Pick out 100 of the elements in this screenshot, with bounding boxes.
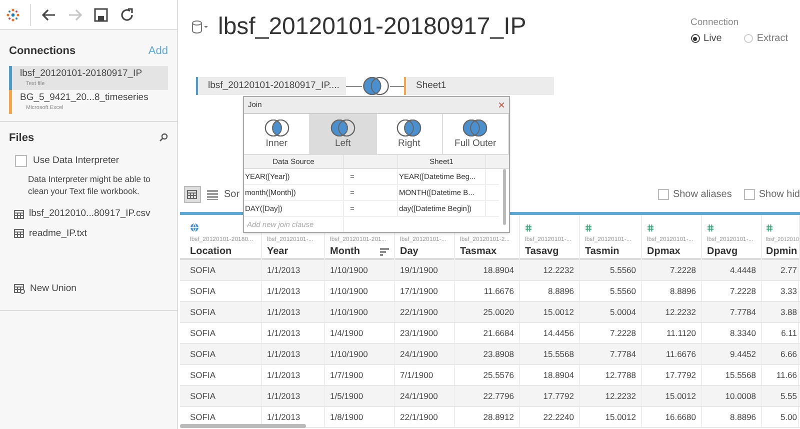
table-cell: 7.2228	[642, 260, 702, 280]
table-cell: 5.0004	[580, 302, 642, 322]
table-cell: 24/1/1900	[395, 386, 455, 406]
table-cell: 15.5568	[520, 344, 580, 364]
table-cell: 17.7792	[642, 365, 702, 385]
hash-icon	[525, 224, 532, 232]
checkbox-option[interactable]: Show aliases	[658, 187, 732, 202]
hint-text: Data Interpreter might be able to clean your Text file workbook.	[27, 173, 152, 198]
file-item[interactable]: lbsf_2012010...80917_IP.csv	[14, 207, 177, 222]
venn-icon	[462, 118, 488, 136]
table-cell: 22.2240	[520, 407, 580, 427]
globe-icon	[190, 223, 199, 232]
new-union-item[interactable]: New Union	[0, 282, 177, 296]
data-source-title: lbsf_20120101-20180917_IP	[218, 13, 526, 41]
table-cell: 1/10/1900	[325, 260, 395, 280]
column-heading[interactable]: Tasmin	[585, 245, 636, 258]
table-cell: 1/8/1900	[325, 407, 395, 427]
refresh-icon[interactable]	[119, 6, 135, 22]
table-cell: 8.3340	[702, 323, 762, 343]
checkbox[interactable]	[15, 155, 27, 168]
radio-option[interactable]: Live	[690, 31, 722, 46]
table-cell: 11.1120	[642, 323, 702, 343]
join-icon[interactable]	[362, 76, 390, 96]
table-tile[interactable]: Sheet1	[404, 77, 554, 95]
save-icon[interactable]	[93, 6, 109, 22]
venn-icon	[264, 118, 290, 136]
table-cell: 17.7792	[520, 386, 580, 406]
column-heading[interactable]: Tasavg	[525, 245, 574, 258]
table-cell: 5.00	[762, 407, 799, 427]
table-tile[interactable]: lbsf_20120101-20180917_IP....	[196, 77, 346, 95]
back-icon[interactable]	[41, 6, 57, 22]
search-icon[interactable]	[159, 133, 168, 142]
table-cell: 7/1/1900	[395, 365, 455, 385]
table-cell: 12.7788	[580, 365, 642, 385]
table-cell: 15.0012	[520, 302, 580, 322]
table-icon	[14, 229, 24, 238]
database-icon[interactable]	[192, 20, 208, 34]
table-cell: SOFIA	[185, 281, 262, 301]
table-cell: SOFIA	[185, 302, 262, 322]
column-heading[interactable]: Dpavg	[707, 245, 756, 258]
table-cell: 23.8908	[455, 344, 520, 364]
checkbox-option[interactable]: Show hid	[744, 187, 800, 202]
table-cell: 1/5/1900	[325, 386, 395, 406]
hash-icon	[766, 224, 773, 232]
column-heading[interactable]: Location	[190, 245, 256, 258]
scrollbar-thumb[interactable]	[503, 169, 506, 225]
table-cell: 15.5568	[702, 365, 762, 385]
table-cell: 1/1/2013	[262, 344, 325, 364]
table-cell: 7.7784	[702, 302, 762, 322]
table-cell: 7.2228	[702, 281, 762, 301]
hash-icon	[585, 224, 592, 232]
grid-icon	[187, 190, 198, 200]
venn-icon	[396, 118, 422, 136]
table-cell: 22/1/1900	[395, 302, 455, 322]
column-heading[interactable]: Year	[267, 245, 319, 258]
file-item[interactable]: readme_IP.txt	[14, 226, 177, 241]
union-icon	[14, 284, 25, 294]
table-cell: 17/1/1900	[395, 281, 455, 301]
column-heading[interactable]: Dpmax	[647, 245, 696, 258]
column-heading[interactable]: Tasmax	[460, 245, 514, 258]
table-cell: 14.4456	[520, 323, 580, 343]
close-button[interactable]: ×	[498, 99, 505, 111]
logo-icon	[6, 8, 20, 22]
grid-view-button[interactable]	[184, 186, 201, 203]
table-cell: 1/10/1900	[325, 344, 395, 364]
table-cell: 1/1/2013	[262, 302, 325, 322]
table-cell: 15.0012	[642, 386, 702, 406]
table-cell: 1/10/1900	[325, 281, 395, 301]
table-cell: 6.11	[762, 323, 799, 343]
table-cell: 22/1/1900	[395, 407, 455, 427]
radio-option[interactable]: Extract	[744, 31, 788, 46]
join-type-button[interactable]: Left	[310, 114, 376, 154]
table-cell: 1/1/2013	[262, 323, 325, 343]
table-cell: 1/1/2013	[262, 260, 325, 280]
table-cell: 7.7784	[580, 344, 642, 364]
table-cell: 5.5560	[580, 281, 642, 301]
table-cell: 6.66	[762, 344, 799, 364]
column-heading[interactable]: Month	[330, 245, 389, 258]
column-heading[interactable]: Day	[400, 245, 449, 258]
table-cell: 15.0012	[580, 407, 642, 427]
table-cell: 19/1/1900	[395, 260, 455, 280]
hash-icon	[707, 224, 714, 232]
table-cell: SOFIA	[185, 260, 262, 280]
table-cell: 28.8912	[455, 407, 520, 427]
table-cell: 8.8896	[520, 281, 580, 301]
table-cell: 25.5576	[455, 365, 520, 385]
table-cell: 11.6676	[455, 281, 520, 301]
column-heading[interactable]: Dpmin	[766, 245, 799, 258]
table-cell: 11.66	[762, 365, 799, 385]
table-cell: 3.33	[762, 281, 799, 301]
scrollbar-thumb[interactable]	[180, 424, 306, 428]
join-type-button[interactable]: Inner	[244, 114, 310, 154]
table-cell: 24/1/1900	[395, 344, 455, 364]
table-cell: 5.55	[762, 386, 799, 406]
table-cell: 1/7/1900	[325, 365, 395, 385]
table-cell: 25.0020	[455, 302, 520, 322]
hash-icon	[647, 224, 654, 232]
table-cell: 11.6676	[642, 344, 702, 364]
list-icon[interactable]	[207, 190, 218, 200]
connection-label: Connection	[690, 16, 740, 30]
